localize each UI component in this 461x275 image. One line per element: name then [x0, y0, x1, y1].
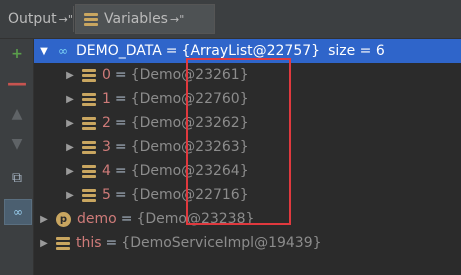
expand-arrow-icon[interactable]: ▶: [64, 142, 76, 153]
expand-arrow-icon[interactable]: ▶: [38, 238, 50, 249]
element-index: 5: [102, 187, 111, 203]
remove-watch-icon[interactable]: —: [6, 71, 28, 95]
tree-row-item[interactable]: ▶ 4 = {Demo@23264}: [34, 159, 461, 183]
equals-sign: =: [114, 67, 127, 83]
array-element-icon: [82, 68, 96, 82]
equals-sign: =: [114, 139, 127, 155]
variable-name: this: [76, 235, 102, 251]
equals-sign: =: [114, 91, 127, 107]
tab-output[interactable]: Output →": [0, 4, 73, 34]
collapse-arrow-icon[interactable]: ▼: [38, 46, 50, 57]
tree-row-item[interactable]: ▶ 3 = {Demo@23263}: [34, 135, 461, 159]
tree-row-item[interactable]: ▶ 5 = {Demo@22716}: [34, 183, 461, 207]
pin-icon: →": [58, 12, 73, 26]
array-element-icon: [82, 92, 96, 106]
variables-icon: [84, 12, 98, 26]
array-element-icon: [82, 164, 96, 178]
move-down-icon[interactable]: ▼: [6, 133, 28, 155]
variable-name: DEMO_DATA: [76, 43, 162, 59]
variables-toolbar: + — ▲ ▼ ⧉ ∞: [0, 39, 34, 275]
element-value: {Demo@23264}: [130, 163, 249, 179]
expand-arrow-icon[interactable]: ▶: [64, 190, 76, 201]
copy-icon[interactable]: ⧉: [6, 167, 28, 189]
variable-value: {Demo@23238}: [136, 211, 255, 227]
element-value: {Demo@22716}: [130, 187, 249, 203]
show-watches-toggle-icon[interactable]: ∞: [4, 199, 32, 225]
equals-sign: =: [114, 115, 127, 131]
element-index: 3: [102, 139, 111, 155]
move-up-icon[interactable]: ▲: [6, 103, 28, 125]
expand-arrow-icon[interactable]: ▶: [38, 214, 50, 225]
array-element-icon: [82, 140, 96, 154]
equals-sign: =: [114, 163, 127, 179]
tree-row-item[interactable]: ▶ 1 = {Demo@22760}: [34, 87, 461, 111]
element-index: 1: [102, 91, 111, 107]
new-watch-icon[interactable]: +: [6, 43, 28, 65]
element-value: {Demo@23263}: [130, 139, 249, 155]
tree-row-demo[interactable]: ▶ p demo = {Demo@23238}: [34, 207, 461, 231]
tab-variables-label: Variables: [104, 11, 168, 27]
variable-value: {DemoServiceImpl@19439}: [121, 235, 322, 251]
expand-arrow-icon[interactable]: ▶: [64, 118, 76, 129]
element-value: {Demo@22760}: [130, 91, 249, 107]
variables-tree: ▼ ∞ DEMO_DATA = {ArrayList@22757} size =…: [34, 39, 461, 275]
element-value: {Demo@23261}: [130, 67, 249, 83]
array-element-icon: [82, 188, 96, 202]
collection-size: size = 6: [328, 43, 385, 59]
tree-row-demo-data[interactable]: ▼ ∞ DEMO_DATA = {ArrayList@22757} size =…: [34, 39, 461, 63]
tree-row-this[interactable]: ▶ this = {DemoServiceImpl@19439}: [34, 231, 461, 255]
variable-name: demo: [77, 211, 117, 227]
tree-row-item[interactable]: ▶ 2 = {Demo@23262}: [34, 111, 461, 135]
tab-divider: [73, 6, 74, 32]
expand-arrow-icon[interactable]: ▶: [64, 94, 76, 105]
equals-sign: =: [105, 235, 118, 251]
equals-sign: =: [165, 43, 178, 59]
pin-icon: →": [169, 12, 185, 26]
parameter-badge-icon: p: [56, 211, 71, 227]
equals-sign: =: [114, 187, 127, 203]
element-index: 0: [102, 67, 111, 83]
expand-arrow-icon[interactable]: ▶: [64, 70, 76, 81]
equals-sign: =: [120, 211, 133, 227]
element-value: {Demo@23262}: [130, 115, 249, 131]
tree-row-item[interactable]: ▶ 0 = {Demo@23261}: [34, 63, 461, 87]
watch-variable-icon: ∞: [58, 44, 68, 58]
array-element-icon: [82, 116, 96, 130]
object-icon: [56, 236, 70, 250]
tab-variables[interactable]: Variables →": [75, 4, 215, 34]
tab-output-label: Output: [8, 11, 57, 27]
tool-window-tab-bar: Output →" Variables →": [0, 0, 461, 39]
variable-value: {ArrayList@22757}: [181, 43, 321, 59]
expand-arrow-icon[interactable]: ▶: [64, 166, 76, 177]
element-index: 4: [102, 163, 111, 179]
element-index: 2: [102, 115, 111, 131]
